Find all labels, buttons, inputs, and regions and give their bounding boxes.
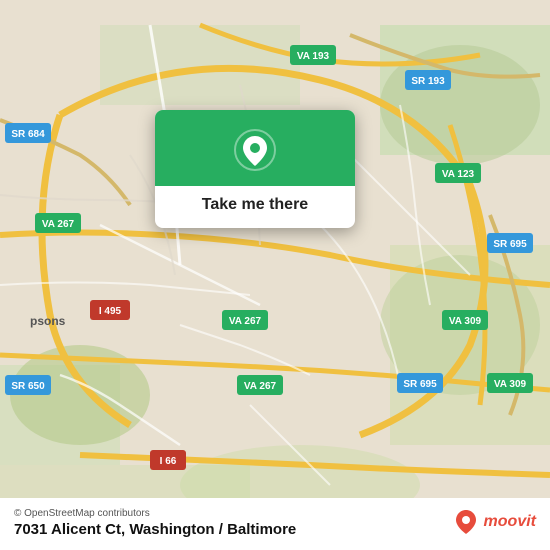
svg-text:SR 193: SR 193: [411, 76, 445, 87]
svg-text:VA 309: VA 309: [449, 316, 482, 327]
svg-text:VA 267: VA 267: [42, 219, 75, 230]
svg-text:VA 267: VA 267: [244, 381, 277, 392]
svg-text:I 66: I 66: [160, 456, 177, 467]
moovit-pin-icon: [452, 508, 480, 536]
popup-card-footer[interactable]: Take me there: [155, 186, 355, 228]
svg-text:SR 695: SR 695: [403, 379, 437, 390]
svg-text:VA 267: VA 267: [229, 316, 262, 327]
svg-text:VA 193: VA 193: [297, 51, 330, 62]
take-me-there-button[interactable]: Take me there: [202, 196, 308, 214]
svg-text:VA 309: VA 309: [494, 379, 527, 390]
svg-text:SR 650: SR 650: [11, 381, 45, 392]
svg-text:I 495: I 495: [99, 306, 122, 317]
svg-text:psons: psons: [30, 314, 66, 328]
moovit-label: moovit: [484, 513, 536, 531]
moovit-logo: moovit: [452, 508, 536, 536]
popup-card: Take me there: [155, 110, 355, 228]
location-pin-icon: [233, 128, 277, 172]
map-container: VA 193 SR 193 SR 684 I 495 VA 123 VA 267…: [0, 0, 550, 550]
map-svg: VA 193 SR 193 SR 684 I 495 VA 123 VA 267…: [0, 0, 550, 550]
svg-text:SR 684: SR 684: [11, 129, 45, 140]
svg-text:SR 695: SR 695: [493, 239, 527, 250]
svg-text:VA 123: VA 123: [442, 169, 475, 180]
popup-card-header: [155, 110, 355, 186]
